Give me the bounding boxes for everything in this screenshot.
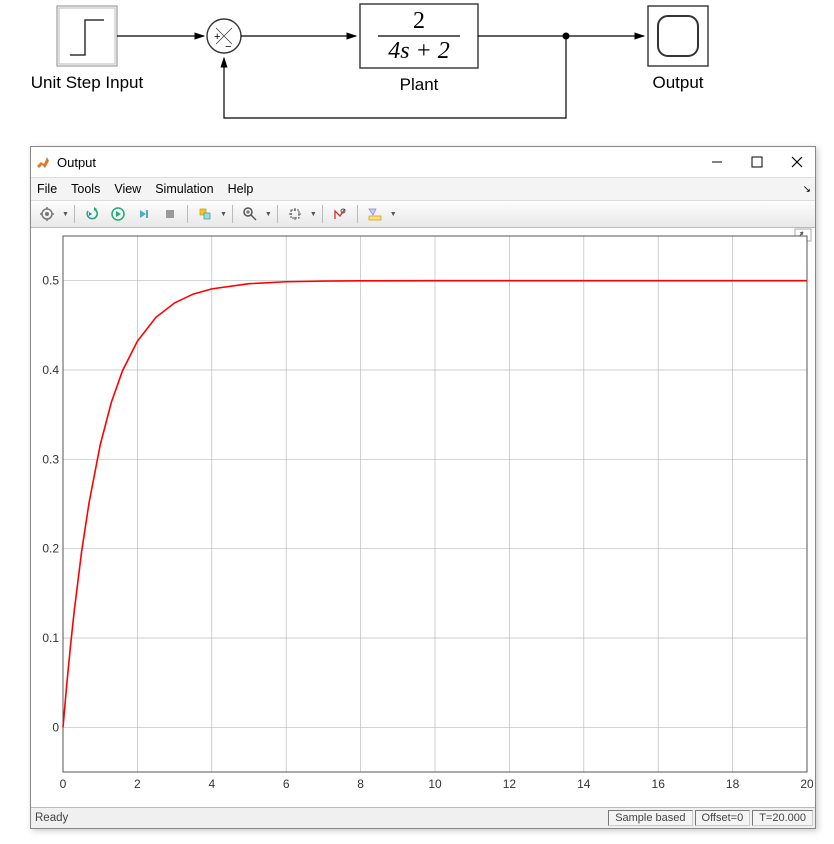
step-forward-button[interactable] [132, 202, 156, 226]
sum-block[interactable]: + − [207, 19, 241, 53]
status-offset: Offset=0 [695, 810, 751, 826]
status-bar: Ready Sample based Offset=0 T=20.000 [31, 807, 815, 828]
xtick-label: 18 [726, 777, 740, 791]
title-bar[interactable]: Output [31, 147, 815, 178]
minimize-button[interactable] [703, 152, 731, 172]
menu-bar: File Tools View Simulation Help ↘ [31, 178, 815, 201]
chevron-down-icon[interactable]: ▼ [220, 211, 227, 218]
stop-button[interactable] [158, 202, 182, 226]
tf-numerator: 2 [413, 8, 425, 34]
step-label: Unit Step Input [31, 73, 144, 92]
ruler-button[interactable] [363, 202, 387, 226]
ytick-label: 0.3 [42, 452, 59, 466]
menu-file[interactable]: File [37, 182, 57, 196]
restart-button[interactable] [80, 202, 104, 226]
matlab-icon [35, 154, 51, 170]
autoscale-button[interactable] [283, 202, 307, 226]
xtick-label: 4 [208, 777, 215, 791]
plant-block[interactable]: 2 4s + 2 [360, 4, 478, 68]
scope-plot[interactable]: 0 2 4 6 8 10 12 14 16 18 20 0 0.1 0.2 0.3 0.4 0.5 [31, 228, 815, 807]
xtick-label: 12 [503, 777, 517, 791]
chevron-down-icon[interactable]: ▼ [62, 211, 69, 218]
ytick-label: 0.2 [42, 542, 59, 556]
status-time: T=20.000 [752, 810, 813, 826]
tf-denominator: 4s + 2 [388, 38, 450, 64]
xtick-label: 8 [357, 777, 364, 791]
close-button[interactable] [783, 152, 811, 172]
scope-label: Output [652, 73, 703, 92]
xtick-label: 16 [652, 777, 666, 791]
chevron-down-icon[interactable]: ▼ [265, 211, 272, 218]
menu-help[interactable]: Help [228, 182, 254, 196]
simulink-block-diagram: Unit Step Input + − 2 4s + 2 Plant [0, 0, 834, 140]
xtick-label: 0 [60, 777, 67, 791]
status-ready: Ready [31, 812, 608, 824]
plant-label: Plant [400, 75, 439, 94]
menu-tools[interactable]: Tools [71, 182, 100, 196]
step-block[interactable] [57, 6, 117, 66]
run-button[interactable] [106, 202, 130, 226]
zoom-button[interactable] [238, 202, 262, 226]
xtick-label: 2 [134, 777, 141, 791]
maximize-button[interactable] [743, 152, 771, 172]
xtick-label: 6 [283, 777, 290, 791]
toolbar: ▼ ▼ ▼ ▼ [31, 201, 815, 228]
xtick-label: 20 [800, 777, 813, 791]
menu-simulation[interactable]: Simulation [155, 182, 213, 196]
ytick-label: 0 [52, 720, 59, 734]
scope-window: Output File Tools View Simulation Help ↘… [30, 146, 816, 829]
xtick-label: 14 [577, 777, 591, 791]
chevron-down-icon[interactable]: ▼ [310, 211, 317, 218]
ytick-label: 0.5 [42, 274, 59, 288]
sum-minus: − [225, 41, 231, 53]
chevron-down-icon[interactable]: ▼ [390, 211, 397, 218]
settings-button[interactable] [35, 202, 59, 226]
pin-icon[interactable]: ↘ [803, 184, 811, 195]
window-title: Output [57, 155, 703, 170]
xtick-label: 10 [428, 777, 442, 791]
highlight-button[interactable] [193, 202, 217, 226]
scope-block[interactable] [648, 6, 708, 66]
cursor-measure-button[interactable] [328, 202, 352, 226]
ytick-label: 0.4 [42, 363, 59, 377]
sum-plus: + [214, 31, 220, 43]
ytick-label: 0.1 [42, 631, 59, 645]
menu-view[interactable]: View [114, 182, 141, 196]
status-sample-based: Sample based [608, 810, 692, 826]
